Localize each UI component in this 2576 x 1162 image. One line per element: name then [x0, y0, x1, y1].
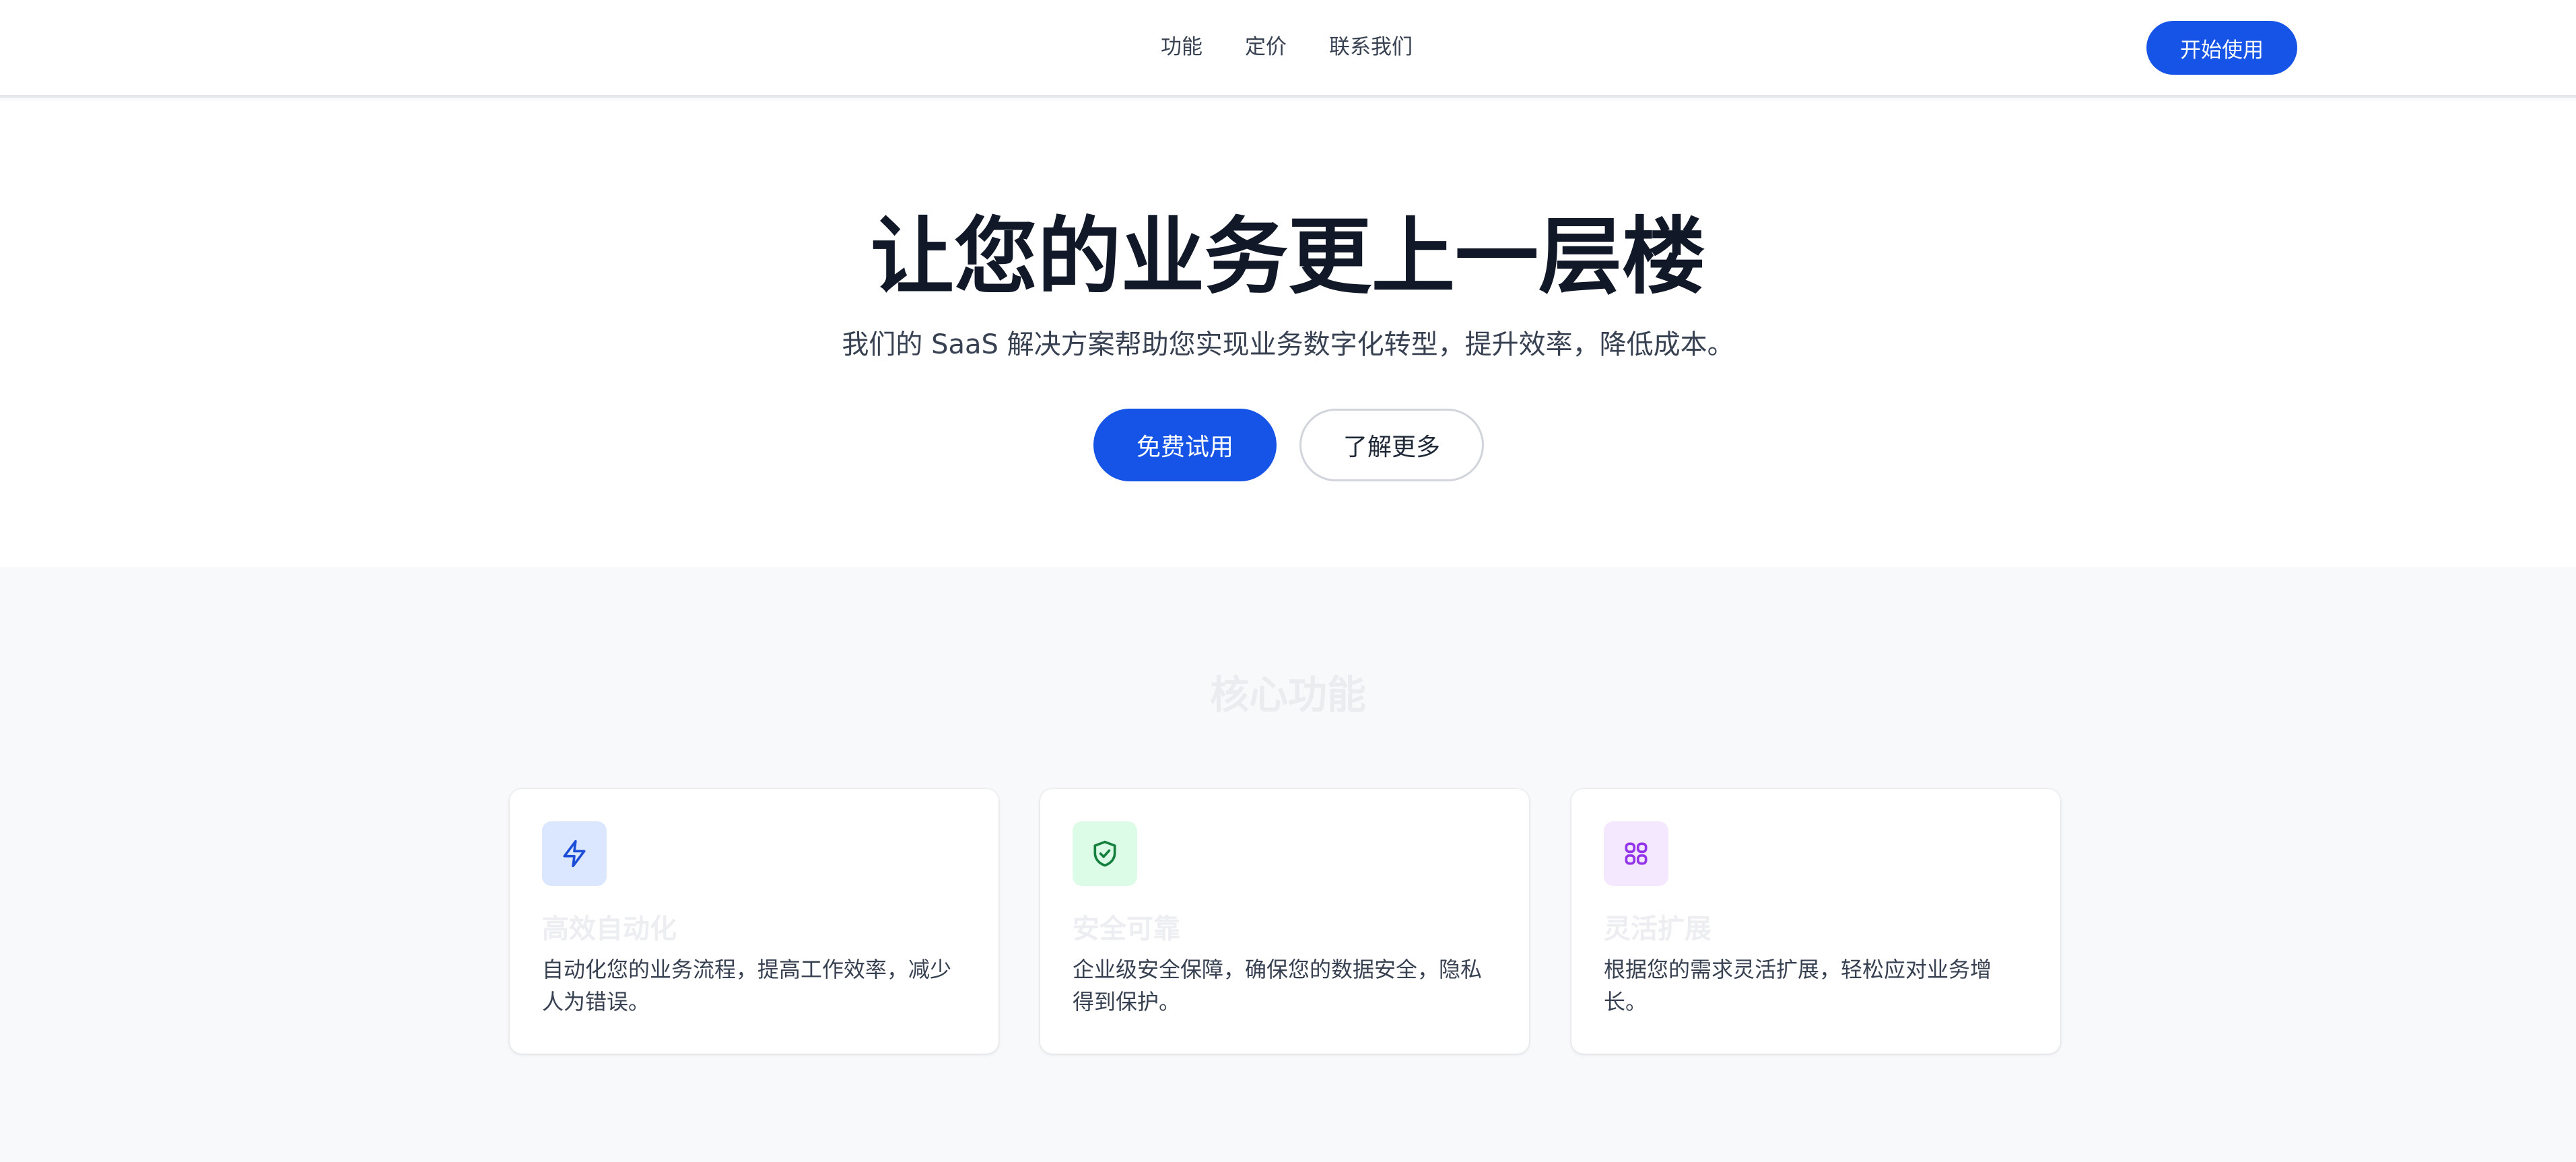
- nav-link-features[interactable]: 功能: [1161, 32, 1202, 63]
- feature-description: 自动化您的业务流程，提高工作效率，减少人为错误。: [542, 957, 952, 1015]
- hero-actions: 免费试用 了解更多: [0, 409, 2576, 481]
- nav-link-contact[interactable]: 联系我们: [1329, 32, 1413, 63]
- feature-card-scaling: 灵活扩展 根据您的需求灵活扩展，轻松应对业务增长。: [1571, 789, 2060, 1054]
- feature-card-automation: 高效自动化 自动化您的业务流程，提高工作效率，减少人为错误。: [510, 789, 998, 1054]
- hero-title: 让您的业务更上一层楼: [870, 209, 1705, 306]
- feature-title: 高效自动化: [542, 914, 677, 945]
- feature-title: 安全可靠: [1073, 914, 1180, 945]
- nav-links: 功能 定价 联系我们: [1161, 32, 1413, 63]
- learn-more-button[interactable]: 了解更多: [1299, 409, 1484, 481]
- get-started-button[interactable]: 开始使用: [2146, 21, 2297, 75]
- shield-check-icon: [1073, 821, 1137, 886]
- feature-card-security: 安全可靠 企业级安全保障，确保您的数据安全，隐私得到保护。: [1040, 789, 1529, 1054]
- free-trial-button[interactable]: 免费试用: [1093, 409, 1277, 481]
- feature-title: 灵活扩展: [1604, 914, 1711, 945]
- top-nav: 功能 定价 联系我们 开始使用: [0, 0, 2576, 98]
- features-section: 核心功能 高效自动化 自动化您的业务流程，提高工作效率，减少人为错误。 安全可靠…: [0, 567, 2576, 1162]
- hero-section: 让您的业务更上一层楼 我们的 SaaS 解决方案帮助您实现业务数字化转型，提升效…: [0, 100, 2576, 567]
- nav-link-pricing[interactable]: 定价: [1245, 32, 1287, 63]
- features-title: 核心功能: [1209, 672, 1366, 718]
- feature-description: 企业级安全保障，确保您的数据安全，隐私得到保护。: [1073, 957, 1483, 1015]
- hero-subtitle: 我们的 SaaS 解决方案帮助您实现业务数字化转型，提升效率，降低成本。: [842, 329, 1734, 360]
- lightning-icon: [542, 821, 607, 886]
- feature-description: 根据您的需求灵活扩展，轻松应对业务增长。: [1604, 957, 1992, 1015]
- grid-icon: [1604, 821, 1668, 886]
